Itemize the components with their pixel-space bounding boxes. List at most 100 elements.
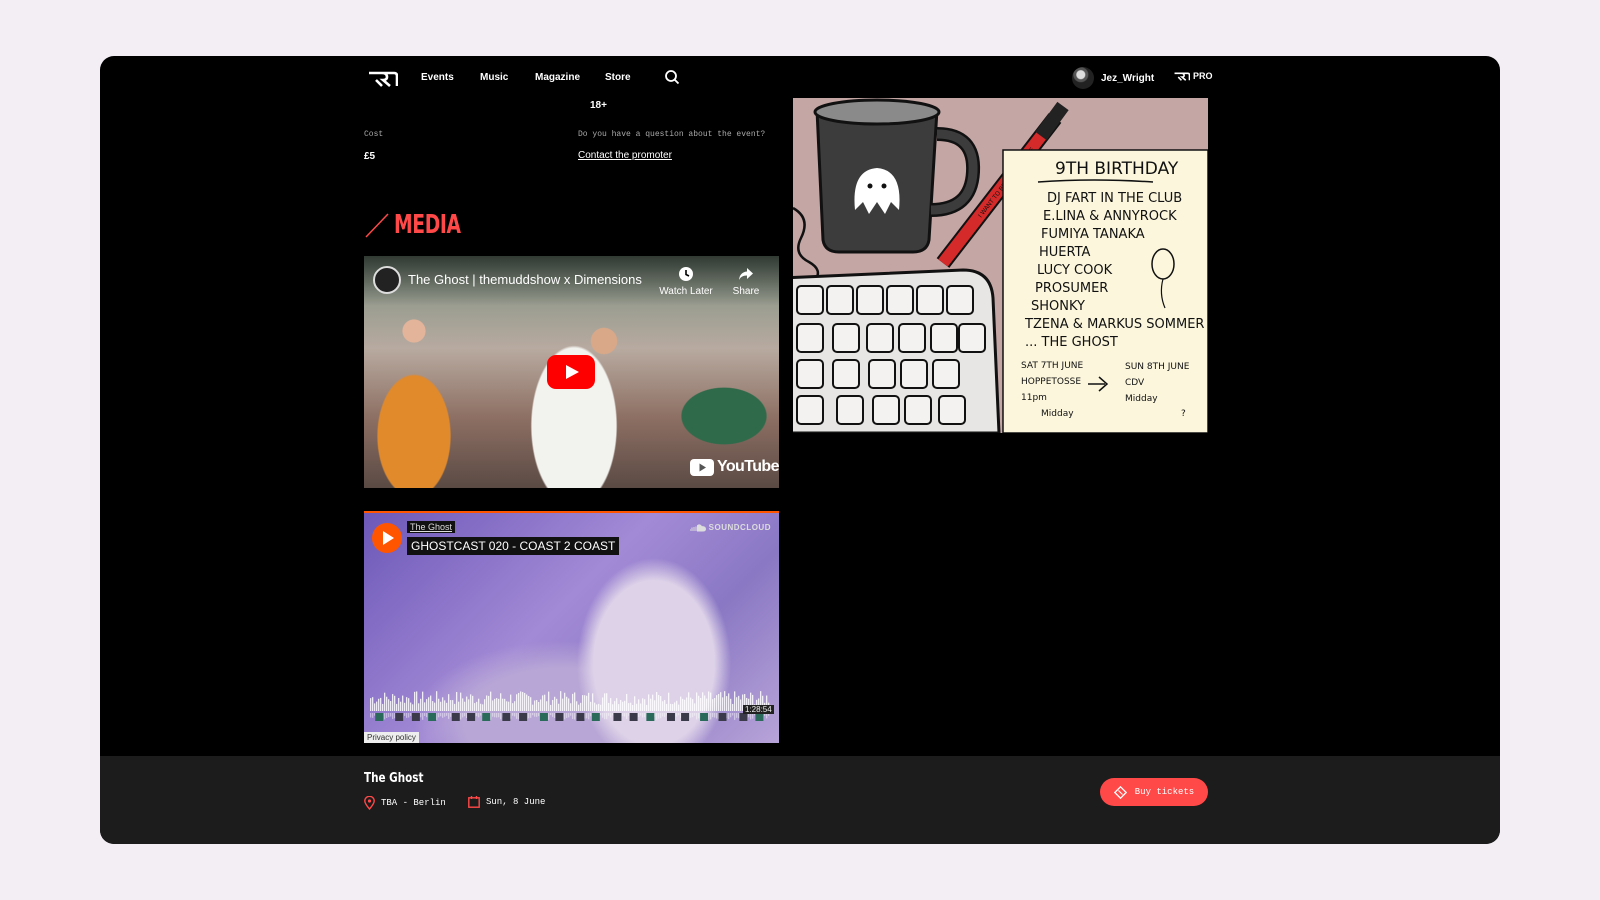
waveform-reflection-bar [392,713,394,719]
ra-pro-logo-icon [1174,72,1190,81]
waveform-reflection-bar [494,713,496,718]
waveform-reflection-bar [600,713,602,716]
comment-avatar[interactable] [555,713,564,721]
nav-events[interactable]: Events [421,72,454,83]
waveform-bar [554,696,556,711]
flyer-day2-line: CDV [1125,378,1145,388]
waveform-reflection-bar [734,713,736,720]
search-icon[interactable] [664,69,680,85]
channel-avatar[interactable] [373,266,401,294]
nav-store[interactable]: Store [605,72,631,83]
ra-logo-icon[interactable] [368,69,398,87]
comment-avatar[interactable] [700,713,709,721]
waveform-bar [426,699,428,711]
waveform-bar [526,694,528,711]
soundcloud-waveform[interactable] [370,689,772,723]
comment-avatar[interactable] [411,713,420,721]
waveform-bar [456,692,458,711]
waveform-bar [562,698,564,711]
waveform-bar [422,691,424,711]
waveform-bar [530,697,532,711]
waveform-bar [438,698,440,711]
waveform-bar [474,703,476,711]
comment-avatar[interactable] [576,713,585,721]
nav-music[interactable]: Music [480,72,508,83]
waveform-reflection-bar [444,713,446,717]
waveform-reflection-bar [610,713,612,718]
share-button[interactable]: Share [716,266,776,297]
waveform-reflection-bar [514,713,516,717]
waveform-bar [482,704,484,711]
footer-venue[interactable]: TBA - Berlin [364,796,446,810]
waveform-bar [472,695,474,711]
youtube-video-embed[interactable]: The Ghost | themuddshow x Dimensions Wat… [364,256,779,488]
waveform-bar [416,691,418,711]
media-title: MEDIA [394,210,461,240]
slash-icon [365,213,389,238]
waveform-bar [592,693,594,711]
youtube-logo[interactable]: YouTube [690,458,779,476]
waveform-reflection-bar [638,713,640,718]
waveform-reflection-bar [448,713,450,719]
comment-avatar[interactable] [467,713,476,721]
soundcloud-track-title[interactable]: GHOSTCAST 020 - COAST 2 COAST [407,537,620,555]
comment-avatar[interactable] [755,713,764,721]
waveform-bar [568,698,570,711]
waveform-reflection-bar [410,713,412,716]
nav-magazine[interactable]: Magazine [535,72,580,83]
comment-avatar[interactable] [539,713,548,721]
venue-text[interactable]: TBA - Berlin [381,798,446,808]
soundcloud-logo[interactable]: SOUNDCLOUD [689,523,771,532]
ticket-icon [1113,785,1127,799]
buy-tickets-button[interactable]: Buy tickets [1100,778,1208,806]
soundcloud-play-button[interactable] [372,523,402,553]
waveform-bar [632,704,634,711]
waveform-reflection-bar [572,713,574,719]
comment-avatar[interactable] [451,713,460,721]
comment-avatar[interactable] [428,713,437,721]
comment-avatar[interactable] [666,713,675,721]
footer-date: Sun, 8 June [468,796,545,808]
comment-avatar[interactable] [482,713,491,721]
comment-avatar[interactable] [519,713,528,721]
contact-promoter-link[interactable]: Contact the promoter [578,150,672,161]
waveform-reflection-bar [516,713,518,719]
comment-avatar[interactable] [375,713,384,721]
comment-avatar[interactable] [502,713,511,721]
comment-avatar[interactable] [718,713,727,721]
comment-avatar[interactable] [591,713,600,721]
comment-avatar[interactable] [739,713,748,721]
comment-avatar[interactable] [681,713,690,721]
waveform-bar [436,691,438,711]
username[interactable]: Jez_Wright [1101,73,1154,84]
privacy-policy-link[interactable]: Privacy policy [364,732,419,743]
waveform-bar [598,703,600,711]
play-button-icon[interactable] [547,355,595,389]
waveform-bar [594,702,596,711]
comment-avatar[interactable] [646,713,655,721]
comment-avatar[interactable] [629,713,638,721]
cost-label: Cost [364,130,384,139]
waveform-bar [692,699,694,711]
age-restriction: 18+ [590,100,607,111]
waveform-bar [736,697,738,711]
waveform-reflection-bar [678,713,680,716]
waveform-bar [678,704,680,711]
user-menu[interactable]: Jez_Wright [1072,67,1154,89]
waveform-reflection-bar [552,713,554,717]
waveform-bar [590,701,592,711]
avatar[interactable] [1072,67,1094,89]
waveform-bar [606,693,608,711]
comment-avatar[interactable] [395,713,404,721]
waveform-bar [510,694,512,711]
video-title[interactable]: The Ghost | themuddshow x Dimensions [408,272,642,287]
comment-avatar[interactable] [613,713,622,721]
waveform-bar [570,703,572,711]
waveform-reflection-bar [624,713,626,717]
ra-pro-link[interactable]: PRO [1174,71,1213,81]
waveform-bar [398,698,400,711]
watch-later-button[interactable]: Watch Later [656,266,716,297]
waveform-bar [418,703,420,711]
soundcloud-artist-link[interactable]: The Ghost [407,521,456,533]
waveform-bar [708,691,710,711]
